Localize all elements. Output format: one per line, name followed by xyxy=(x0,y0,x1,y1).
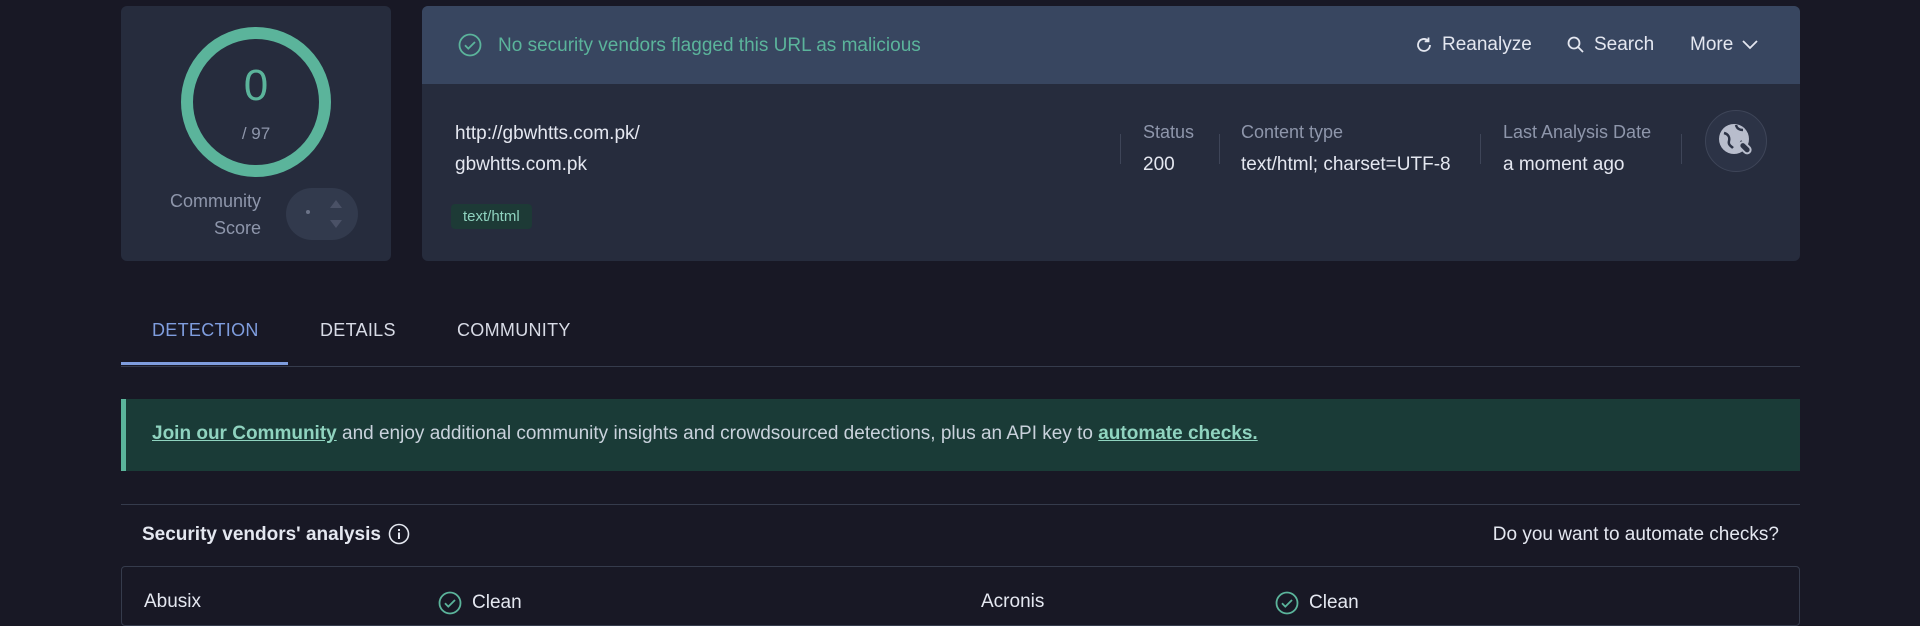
search-label: Search xyxy=(1594,34,1655,55)
last-analysis-value: a moment ago xyxy=(1503,154,1625,175)
join-community-banner: Join our Community and enjoy additional … xyxy=(121,399,1800,471)
vendors-analysis-header: Security vendors' analysis Do you want t… xyxy=(121,504,1800,567)
refresh-icon xyxy=(1417,37,1431,52)
vendor-result: Clean xyxy=(438,591,522,615)
url-info-card: No security vendors flagged this URL as … xyxy=(422,6,1800,261)
upvote-icon[interactable] xyxy=(330,200,342,208)
community-vote-control[interactable] xyxy=(286,188,358,240)
verdict-banner: No security vendors flagged this URL as … xyxy=(422,6,1800,84)
active-tab-indicator xyxy=(121,362,288,365)
content-type-value: text/html; charset=UTF-8 xyxy=(1241,154,1451,175)
tab-community[interactable]: COMMUNITY xyxy=(457,320,571,341)
join-community-link[interactable]: Join our Community xyxy=(152,423,337,444)
reanalyze-label: Reanalyze xyxy=(1442,34,1532,55)
automate-checks-question[interactable]: Do you want to automate checks? xyxy=(1493,524,1779,546)
vote-score-dot xyxy=(306,210,310,214)
community-score-card: 0 / 97 Community Score xyxy=(121,6,391,261)
scanned-domain[interactable]: gbwhtts.com.pk xyxy=(455,154,587,176)
tab-detection[interactable]: DETECTION xyxy=(152,320,259,341)
more-label: More xyxy=(1690,34,1734,55)
divider xyxy=(1120,134,1121,164)
vendors-analysis-title: Security vendors' analysis xyxy=(142,524,381,545)
community-score-label: Community Score xyxy=(169,191,261,238)
check-circle-icon xyxy=(438,591,462,615)
vendors-table: Abusix Clean Acronis Clean xyxy=(121,566,1800,626)
vendor-result-label: Clean xyxy=(472,592,522,613)
divider xyxy=(1681,134,1682,164)
content-tag[interactable]: text/html xyxy=(451,204,532,229)
verdict-message: No security vendors flagged this URL as … xyxy=(498,35,921,56)
globe-link-icon xyxy=(1719,124,1752,155)
downvote-icon[interactable] xyxy=(330,220,342,228)
vendor-name: Abusix xyxy=(144,591,202,612)
divider xyxy=(1219,134,1220,164)
join-community-text: Join our Community and enjoy additional … xyxy=(152,423,1258,445)
search-icon xyxy=(1567,36,1584,53)
divider xyxy=(1480,134,1481,164)
scanned-url: http://gbwhtts.com.pk/ xyxy=(455,123,640,144)
detection-score: 0 xyxy=(243,61,269,110)
more-menu-button[interactable]: More xyxy=(1690,34,1759,56)
check-circle-icon xyxy=(458,33,482,57)
info-icon[interactable] xyxy=(388,523,410,545)
content-type-label: Content type xyxy=(1241,122,1344,142)
search-button[interactable]: Search xyxy=(1566,34,1654,56)
tab-bar: DETECTION DETAILS COMMUNITY xyxy=(121,300,1800,367)
join-community-body: and enjoy additional community insights … xyxy=(336,423,1099,444)
reanalyze-button[interactable]: Reanalyze xyxy=(1414,34,1532,56)
vendor-result: Clean xyxy=(1275,591,1359,615)
vendor-result-label: Clean xyxy=(1309,592,1359,613)
vendor-name: Acronis xyxy=(981,591,1045,612)
status-label: Status xyxy=(1143,122,1195,142)
status-value: 200 xyxy=(1143,154,1175,175)
last-analysis-label: Last Analysis Date xyxy=(1503,122,1652,142)
detection-total: / 97 xyxy=(241,124,271,143)
check-circle-icon xyxy=(1275,591,1299,615)
chevron-down-icon xyxy=(1742,40,1758,50)
automate-checks-link[interactable]: automate checks. xyxy=(1098,423,1257,444)
tab-details[interactable]: DETAILS xyxy=(320,320,396,341)
url-type-button[interactable] xyxy=(1705,110,1767,172)
